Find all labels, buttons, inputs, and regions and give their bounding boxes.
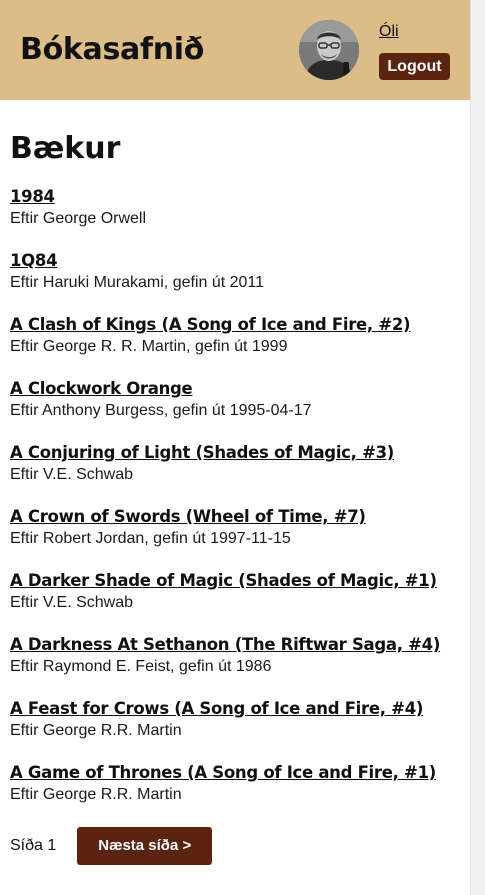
book-author-info: Eftir V.E. Schwab — [10, 466, 134, 483]
book-title-link[interactable]: A Clockwork Orange — [10, 377, 193, 401]
book-author-info: Eftir George R.R. Martin — [10, 722, 182, 739]
book-author-info: Eftir Robert Jordan, gefin út 1997-11-15 — [10, 530, 291, 547]
main-content: Bækur 1984 Eftir George Orwell 1Q84 Efti… — [10, 128, 460, 825]
book-author-info: Eftir Raymond E. Feist, gefin út 1986 — [10, 658, 272, 675]
site-header: Bókasafnið Óli Logout — [0, 0, 470, 100]
user-profile-link[interactable]: Óli — [379, 22, 399, 42]
page-title: Bækur — [10, 131, 121, 166]
vertical-scrollbar[interactable] — [470, 0, 485, 895]
book-author-info: Eftir Anthony Burgess, gefin út 1995-04-… — [10, 402, 312, 419]
book-item: A Crown of Swords (Wheel of Time, #7) Ef… — [10, 505, 460, 569]
book-title-link[interactable]: A Darker Shade of Magic (Shades of Magic… — [10, 569, 437, 593]
book-title-link[interactable]: A Crown of Swords (Wheel of Time, #7) — [10, 505, 366, 529]
book-item: 1984 Eftir George Orwell — [10, 185, 460, 249]
current-page-indicator: Síða 1 — [10, 837, 57, 854]
book-author-info: Eftir Haruki Murakami, gefin út 2011 — [10, 274, 265, 291]
book-item: A Feast for Crows (A Song of Ice and Fir… — [10, 697, 460, 761]
book-item: A Darker Shade of Magic (Shades of Magic… — [10, 569, 460, 633]
book-item: 1Q84 Eftir Haruki Murakami, gefin út 201… — [10, 249, 460, 313]
book-title-link[interactable]: A Conjuring of Light (Shades of Magic, #… — [10, 441, 394, 465]
book-author-info: Eftir George R.R. Martin — [10, 786, 182, 803]
pagination: Síða 1 Næsta síða > — [10, 827, 213, 865]
book-title-link[interactable]: A Game of Thrones (A Song of Ice and Fir… — [10, 761, 436, 785]
book-item: A Conjuring of Light (Shades of Magic, #… — [10, 441, 460, 505]
logout-button[interactable]: Logout — [379, 53, 450, 80]
book-title-link[interactable]: A Clash of Kings (A Song of Ice and Fire… — [10, 313, 411, 337]
book-title-link[interactable]: 1984 — [10, 185, 55, 209]
book-list: 1984 Eftir George Orwell 1Q84 Eftir Haru… — [10, 185, 460, 825]
book-author-info: Eftir George R. R. Martin, gefin út 1999 — [10, 338, 288, 355]
book-author-info: Eftir V.E. Schwab — [10, 594, 134, 611]
book-title-link[interactable]: A Darkness At Sethanon (The Riftwar Saga… — [10, 633, 440, 657]
site-title: Bókasafnið — [20, 32, 205, 67]
user-photo-icon — [299, 20, 359, 80]
book-title-link[interactable]: 1Q84 — [10, 249, 58, 273]
user-avatar — [299, 20, 359, 80]
book-item: A Game of Thrones (A Song of Ice and Fir… — [10, 761, 460, 825]
book-title-link[interactable]: A Feast for Crows (A Song of Ice and Fir… — [10, 697, 423, 721]
book-item: A Clockwork Orange Eftir Anthony Burgess… — [10, 377, 460, 441]
page: Bókasafnið Óli Logout Bækur 1984 Eftir G… — [0, 0, 485, 895]
next-page-button[interactable]: Næsta síða > — [77, 827, 213, 865]
book-item: A Clash of Kings (A Song of Ice and Fire… — [10, 313, 460, 377]
book-author-info: Eftir George Orwell — [10, 210, 147, 227]
book-item: A Darkness At Sethanon (The Riftwar Saga… — [10, 633, 460, 697]
